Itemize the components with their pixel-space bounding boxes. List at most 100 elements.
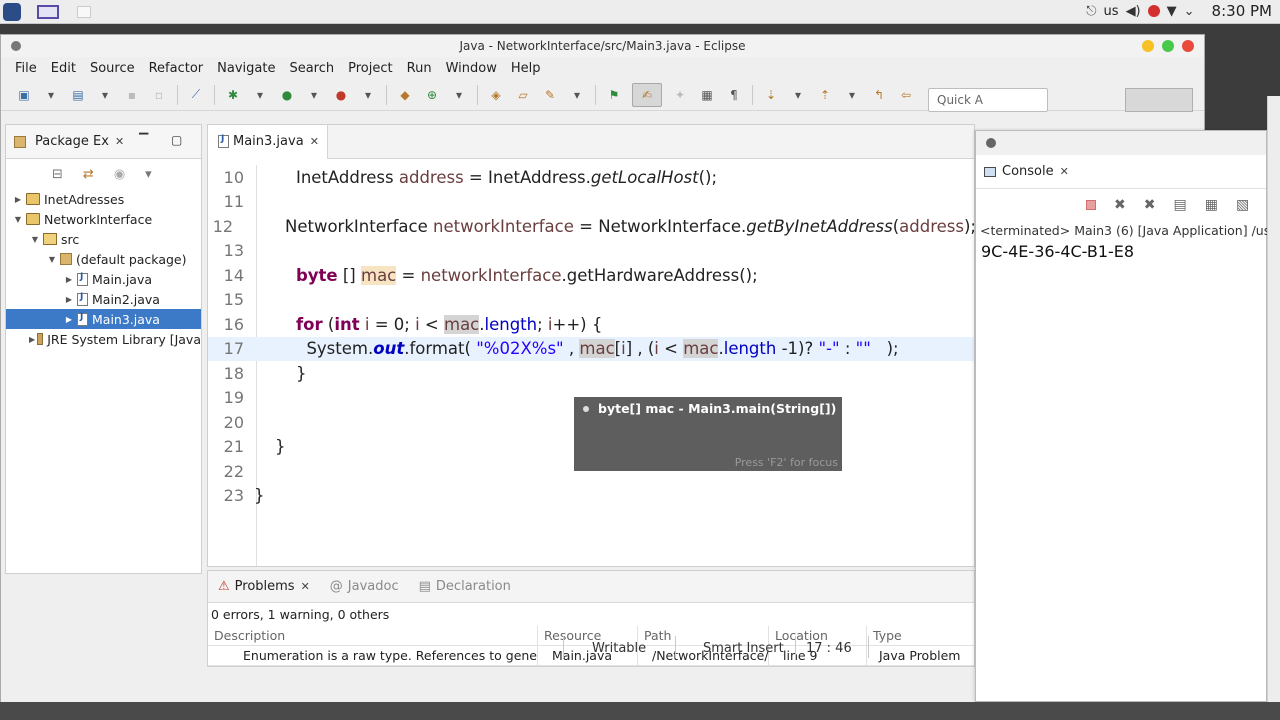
new-icon[interactable]: ▣ — [15, 87, 33, 103]
menu-refactor[interactable]: Refactor — [142, 61, 211, 76]
tree-item[interactable]: ▶ Main2.java — [6, 289, 201, 309]
open-type-icon[interactable]: ◈ — [487, 87, 505, 103]
menu-search[interactable]: Search — [282, 61, 341, 76]
terminate-icon[interactable] — [1086, 200, 1096, 210]
previous-annotation-dropdown-icon[interactable]: ▾ — [843, 87, 861, 103]
keyboard-layout[interactable]: us — [1104, 4, 1119, 19]
last-edit-icon[interactable]: ↰ — [870, 87, 888, 103]
volume-icon[interactable]: ◀) — [1126, 4, 1141, 19]
code-line-current[interactable]: 17 System.out.format( "%02X%s" , mac[i] … — [208, 336, 974, 361]
tree-item[interactable]: ▶ JRE System Library [Java — [6, 329, 201, 349]
tree-item[interactable]: ▶ Main3.java — [6, 309, 201, 329]
word-wrap-console-icon[interactable]: ▧ — [1236, 197, 1249, 213]
search-dropdown-icon[interactable]: ▾ — [568, 87, 586, 103]
code-line[interactable]: 23} — [208, 484, 974, 509]
menu-source[interactable]: Source — [83, 61, 142, 76]
package-explorer-tab[interactable]: Package Ex ✕ ▔ ▢ — [6, 125, 201, 159]
external-tools-icon[interactable]: ● — [332, 87, 350, 103]
maximize-icon[interactable] — [1162, 40, 1174, 52]
focus-active-task-icon[interactable]: ◉ — [114, 167, 125, 182]
expand-arrow-icon[interactable]: ▶ — [63, 295, 75, 304]
run-icon[interactable]: ● — [278, 87, 296, 103]
fedora-logo-icon[interactable] — [3, 3, 21, 21]
quick-access-input[interactable]: Quick A — [928, 88, 1048, 112]
clear-console-icon[interactable]: ▤ — [1173, 197, 1186, 213]
console-window-menu-icon[interactable] — [986, 138, 996, 148]
word-wrap-icon[interactable]: ▦ — [698, 87, 716, 103]
menu-help[interactable]: Help — [504, 61, 548, 76]
menu-file[interactable]: File — [8, 61, 44, 76]
collapse-arrow-icon[interactable]: ▼ — [12, 215, 24, 224]
search-icon[interactable]: ✎ — [541, 87, 559, 103]
debug-dropdown-icon[interactable]: ▾ — [251, 87, 269, 103]
menu-navigate[interactable]: Navigate — [210, 61, 282, 76]
tab-declaration[interactable]: ▤ Declaration — [409, 579, 521, 594]
tree-item[interactable]: ▼ src — [6, 229, 201, 249]
window-menu-icon[interactable] — [11, 41, 21, 51]
close-tab-icon[interactable]: ✕ — [301, 580, 310, 593]
code-line[interactable]: 13 — [208, 239, 974, 264]
scroll-lock-icon[interactable]: ▦ — [1205, 197, 1218, 213]
tree-item[interactable]: ▼ (default package) — [6, 249, 201, 269]
menu-chevron-icon[interactable]: ⌄ — [1184, 4, 1195, 19]
editor-tab-main3[interactable]: Main3.java ✕ — [208, 125, 328, 159]
expand-arrow-icon[interactable]: ▶ — [29, 335, 35, 344]
new-type-dropdown-icon[interactable]: ▾ — [96, 87, 114, 103]
tree-item[interactable]: ▼ NetworkInterface — [6, 209, 201, 229]
workspace-1-icon[interactable] — [37, 5, 59, 19]
tree-item[interactable]: ▶ Main.java — [6, 269, 201, 289]
code-line[interactable]: 14 byte [] mac = networkInterface.getHar… — [208, 263, 974, 288]
wifi-icon[interactable]: ▼ — [1167, 4, 1177, 19]
remove-launch-icon[interactable]: ✖ — [1114, 197, 1126, 213]
close-tab-icon[interactable]: ✕ — [1060, 165, 1069, 178]
tab-javadoc[interactable]: @ Javadoc — [320, 579, 409, 594]
save-all-icon[interactable]: ▫ — [150, 87, 168, 103]
open-task-icon[interactable]: ▱ — [514, 87, 532, 103]
minimize-view-icon[interactable]: ▔ — [139, 133, 148, 147]
maximize-view-icon[interactable]: ▢ — [171, 133, 182, 147]
code-line[interactable]: 16 for (int i = 0; i < mac.length; i++) … — [208, 312, 974, 337]
new-type-icon[interactable]: ▤ — [69, 87, 87, 103]
external-tools-dropdown-icon[interactable]: ▾ — [359, 87, 377, 103]
remove-all-terminated-icon[interactable]: ✖ — [1144, 197, 1156, 213]
code-line[interactable]: 15 — [208, 288, 974, 313]
collapse-arrow-icon[interactable]: ▼ — [29, 235, 41, 244]
annotation-icon[interactable]: ⚑ — [605, 87, 623, 103]
new-dropdown-icon[interactable]: ▾ — [42, 87, 60, 103]
show-whitespace-icon[interactable]: ¶ — [725, 87, 743, 103]
run-dropdown-icon[interactable]: ▾ — [305, 87, 323, 103]
code-line[interactable]: 10 InetAddress address = InetAddress.get… — [208, 165, 974, 190]
menu-project[interactable]: Project — [341, 61, 399, 76]
skip-breakpoints-icon[interactable]: ⟋ — [187, 87, 205, 103]
expand-arrow-icon[interactable]: ▶ — [63, 315, 75, 324]
view-menu-icon[interactable]: ▾ — [145, 167, 152, 182]
close-tab-icon[interactable]: ✕ — [115, 135, 124, 148]
save-icon[interactable]: ▪ — [123, 87, 141, 103]
tree-item[interactable]: ▶ InetAdresses — [6, 189, 201, 209]
back-icon[interactable]: ⇦ — [897, 87, 915, 103]
close-window-icon[interactable] — [1182, 40, 1194, 52]
expand-arrow-icon[interactable]: ▶ — [12, 195, 24, 204]
code-line[interactable]: 18 } — [208, 361, 974, 386]
menu-run[interactable]: Run — [400, 61, 439, 76]
console-tab[interactable]: Console ✕ — [976, 155, 1266, 189]
previous-annotation-icon[interactable]: ⇡ — [816, 87, 834, 103]
new-class-dropdown-icon[interactable]: ▾ — [450, 87, 468, 103]
minimize-icon[interactable] — [1142, 40, 1154, 52]
menu-edit[interactable]: Edit — [44, 61, 83, 76]
tab-problems[interactable]: ⚠ Problems ✕ — [208, 579, 320, 594]
next-annotation-dropdown-icon[interactable]: ▾ — [789, 87, 807, 103]
mark-occurrences-icon[interactable]: ✍ — [632, 82, 662, 107]
perspective-switcher[interactable] — [1125, 88, 1193, 112]
status-cursor-position[interactable]: 17 : 46 — [806, 641, 852, 656]
new-class-icon[interactable]: ⊕ — [423, 87, 441, 103]
next-annotation-icon[interactable]: ⇣ — [762, 87, 780, 103]
menu-window[interactable]: Window — [439, 61, 504, 76]
clock[interactable]: 8:30 PM — [1212, 2, 1272, 20]
record-icon[interactable] — [1147, 5, 1160, 17]
console-output[interactable]: 9C-4E-36-4C-B1-E8 — [976, 240, 1266, 263]
workspace-2-icon[interactable] — [77, 6, 91, 18]
collapse-all-icon[interactable]: ⊟ — [52, 167, 63, 182]
new-package-icon[interactable]: ◆ — [396, 87, 414, 103]
expand-arrow-icon[interactable]: ▶ — [63, 275, 75, 284]
